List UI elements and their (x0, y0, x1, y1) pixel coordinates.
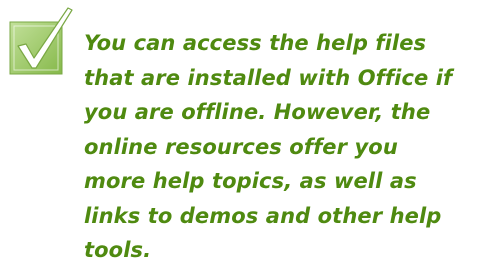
tip-line: links to demos and other help (84, 203, 442, 228)
tip-line: more help topics, as well as (84, 169, 417, 193)
checkmark-icon (6, 6, 76, 76)
tip-line: you are offline. However, the (84, 100, 431, 124)
tip-text: You can access the help files that are i… (84, 26, 480, 268)
tip-line: tools. (84, 238, 152, 262)
tip-line: You can access the help files (84, 31, 427, 55)
tip-line: online resources offer you (84, 134, 398, 159)
tip-line: that are installed with Office if (84, 65, 453, 90)
